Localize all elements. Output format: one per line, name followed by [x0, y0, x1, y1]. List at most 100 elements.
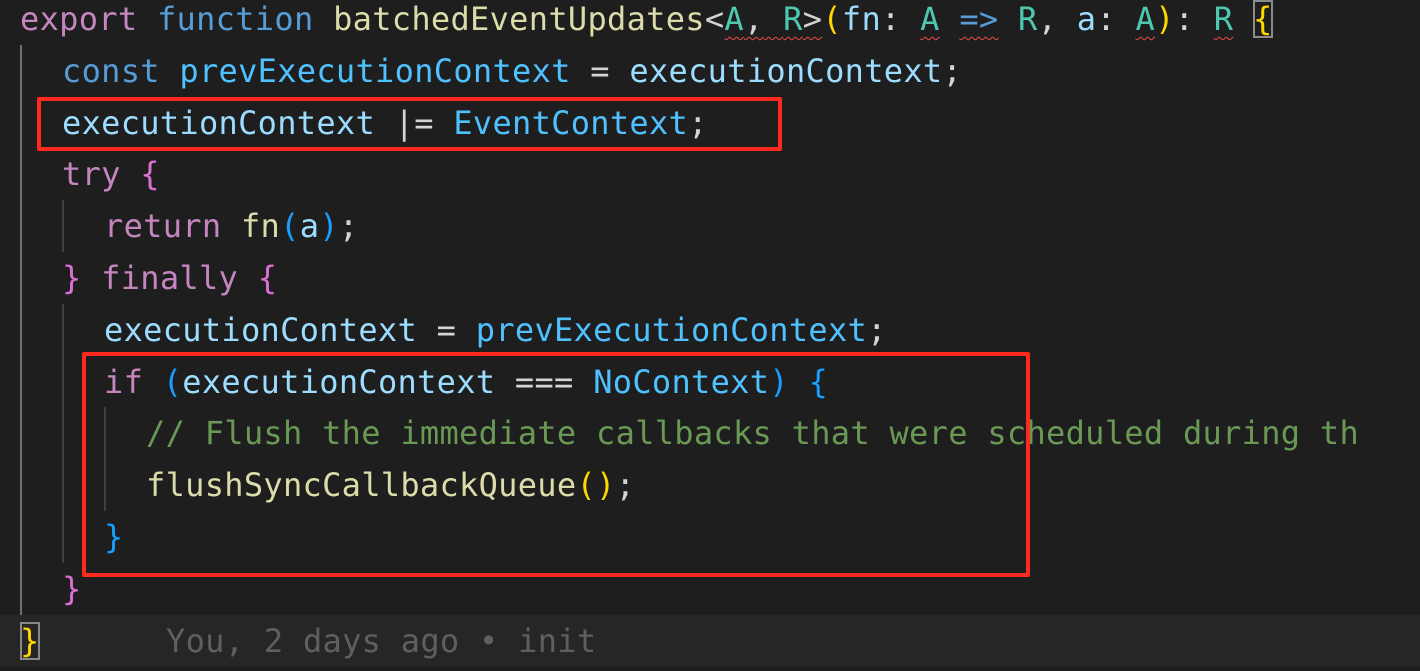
code-token: |= — [375, 103, 454, 142]
code-token: = — [570, 51, 630, 90]
code-token: } — [62, 259, 82, 297]
code-token: , — [744, 0, 764, 38]
code-token: finally — [101, 259, 239, 297]
git-blame-annotation: You, 2 days ago • init — [166, 621, 597, 660]
code-token: { — [1252, 0, 1273, 38]
line-code: executionContext = prevExecutionContext; — [104, 304, 887, 356]
code-line[interactable]: } — [0, 511, 1420, 563]
line-code: // Flush the immediate callbacks that we… — [146, 407, 1359, 459]
code-token: ; — [338, 207, 359, 246]
line-code: const prevExecutionContext = executionCo… — [62, 45, 962, 97]
code-line[interactable]: export function batchedEventUpdates<A, R… — [0, 0, 1420, 45]
code-token: const — [62, 51, 160, 90]
code-token: R — [783, 0, 803, 38]
code-line[interactable]: return fn(a); — [0, 200, 1420, 252]
line-code: if (executionContext === NoContext) { — [104, 356, 828, 408]
code-token: try — [62, 155, 121, 194]
code-token: { — [257, 259, 278, 297]
code-token: ( — [280, 207, 300, 246]
line-code: executionContext |= EventContext; — [62, 97, 708, 149]
code-token: batchedEventUpdates — [333, 0, 705, 38]
code-token: ; — [867, 310, 887, 349]
code-token: { — [808, 362, 829, 401]
code-token: : — [1096, 0, 1136, 38]
code-token: ) — [769, 362, 789, 401]
code-token: < — [704, 0, 725, 38]
code-token: // Flush the immediate callbacks that we… — [146, 414, 1360, 453]
line-code: } — [20, 615, 40, 667]
code-token: export — [20, 0, 138, 38]
code-token: a — [299, 207, 320, 246]
line-code: } finally { — [62, 252, 277, 304]
code-token: ; — [942, 51, 963, 90]
code-token: function — [156, 0, 314, 38]
code-token: executionContext — [104, 310, 418, 349]
code-token: ( — [822, 0, 842, 38]
code-token: NoContext — [593, 362, 770, 401]
code-token: : — [881, 0, 921, 38]
code-token: flushSyncCallbackQueue — [146, 466, 577, 505]
line-code: } — [62, 563, 82, 615]
code-token: A — [920, 0, 940, 38]
code-token: if — [104, 362, 144, 401]
code-line[interactable]: } finally { — [0, 252, 1420, 304]
code-token: R — [1018, 0, 1038, 38]
code-token: => — [959, 0, 999, 38]
code-token: ( — [162, 362, 183, 401]
code-token: a — [1076, 0, 1097, 38]
code-line[interactable]: executionContext = prevExecutionContext; — [0, 304, 1420, 356]
code-token: fn — [240, 207, 281, 246]
code-token: > — [802, 0, 823, 38]
code-token: ; — [615, 466, 636, 505]
code-line[interactable]: flushSyncCallbackQueue(); — [0, 459, 1420, 511]
line-code: export function batchedEventUpdates<A, R… — [20, 0, 1273, 45]
code-editor[interactable]: export function batchedEventUpdates<A, R… — [0, 0, 1420, 671]
code-token: } — [20, 621, 40, 660]
code-token: A — [1135, 0, 1156, 38]
line-code: } — [104, 511, 124, 563]
code-token: ; — [688, 103, 708, 142]
code-token: EventContext — [453, 103, 689, 142]
code-line[interactable]: } You, 2 days ago • init — [0, 614, 1420, 667]
code-token: === — [495, 362, 594, 401]
code-token: prevExecutionContext — [179, 51, 571, 90]
code-token: fn — [841, 0, 882, 38]
code-token: R — [1213, 0, 1234, 38]
code-token: () — [576, 466, 616, 505]
line-code: return fn(a); — [104, 200, 358, 252]
code-line[interactable]: if (executionContext === NoContext) { — [0, 356, 1420, 408]
code-line[interactable]: } — [0, 563, 1420, 615]
code-line[interactable]: try { — [0, 148, 1420, 200]
code-token: , — [1037, 0, 1077, 38]
code-token: ) — [1155, 0, 1175, 38]
code-token: A — [724, 0, 744, 38]
line-code: flushSyncCallbackQueue(); — [146, 459, 635, 511]
code-token: return — [104, 207, 222, 246]
code-line[interactable]: executionContext |= EventContext; — [0, 97, 1420, 149]
code-token: : — [1174, 0, 1214, 38]
code-line[interactable]: // Flush the immediate callbacks that we… — [0, 407, 1420, 459]
code-token: executionContext — [629, 51, 943, 90]
code-line[interactable]: const prevExecutionContext = executionCo… — [0, 45, 1420, 97]
code-token: = — [417, 310, 476, 349]
code-token: { — [140, 155, 160, 194]
code-token: } — [62, 569, 82, 608]
line-code: try { — [62, 148, 160, 200]
code-token: prevExecutionContext — [475, 310, 868, 349]
code-token: executionContext — [182, 362, 496, 401]
code-token: } — [104, 518, 124, 556]
code-token: executionContext — [62, 103, 376, 142]
